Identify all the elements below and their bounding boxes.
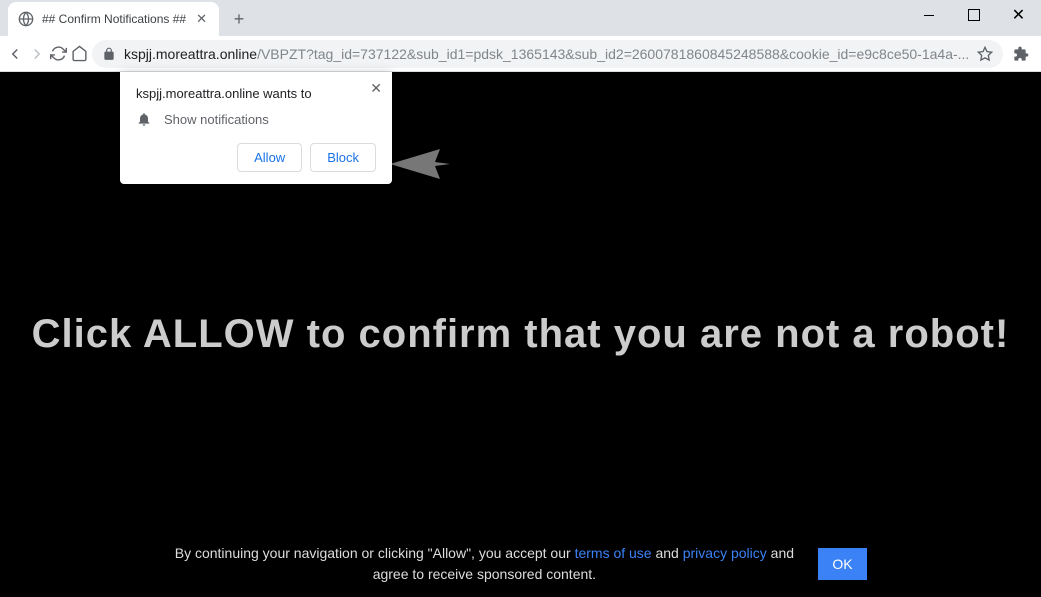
window-minimize-button[interactable] [906, 0, 951, 30]
window-controls: ✕ [906, 0, 1041, 30]
back-button[interactable] [6, 40, 24, 68]
tab-title: ## Confirm Notifications ## [42, 12, 186, 26]
new-tab-button[interactable]: + [225, 5, 253, 33]
cookie-consent-bar: By continuing your navigation or clickin… [0, 543, 1041, 585]
browser-titlebar: ## Confirm Notifications ## ✕ + ✕ [0, 0, 1041, 36]
window-close-button[interactable]: ✕ [996, 0, 1041, 30]
lock-icon [102, 47, 116, 61]
cookie-and1: and [652, 545, 683, 561]
browser-tab[interactable]: ## Confirm Notifications ## ✕ [8, 2, 219, 36]
privacy-link[interactable]: privacy policy [683, 545, 767, 561]
extensions-icon[interactable] [1007, 40, 1035, 68]
block-button[interactable]: Block [310, 143, 376, 172]
browser-toolbar: kspjj.moreattra.online/VBPZT?tag_id=7371… [0, 36, 1041, 72]
page-content: ✕ kspjj.moreattra.online wants to Show n… [0, 72, 1041, 597]
allow-button[interactable]: Allow [237, 143, 302, 172]
forward-button[interactable] [28, 40, 46, 68]
bell-icon [136, 111, 152, 127]
page-headline: Click ALLOW to confirm that you are not … [12, 312, 1030, 357]
url-path: /VBPZT?tag_id=737122&sub_id1=pdsk_136514… [257, 46, 969, 62]
globe-icon [18, 11, 34, 27]
address-bar[interactable]: kspjj.moreattra.online/VBPZT?tag_id=7371… [92, 40, 1003, 68]
url-host: kspjj.moreattra.online [124, 46, 257, 62]
bookmark-star-icon[interactable] [977, 46, 993, 62]
url-text: kspjj.moreattra.online/VBPZT?tag_id=7371… [124, 46, 969, 62]
home-button[interactable] [71, 40, 88, 68]
extension-area [1007, 40, 1041, 68]
cookie-text: By continuing your navigation or clickin… [174, 543, 794, 585]
prompt-close-icon[interactable]: ✕ [370, 80, 382, 97]
prompt-permission-row: Show notifications [136, 111, 376, 127]
cookie-text-before: By continuing your navigation or clickin… [175, 545, 575, 561]
prompt-origin-text: kspjj.moreattra.online wants to [136, 86, 376, 101]
cookie-ok-button[interactable]: OK [818, 548, 866, 580]
notification-permission-prompt: ✕ kspjj.moreattra.online wants to Show n… [120, 72, 392, 184]
terms-link[interactable]: terms of use [575, 545, 652, 561]
window-maximize-button[interactable] [951, 0, 996, 30]
tab-close-icon[interactable]: ✕ [194, 9, 209, 29]
reload-button[interactable] [50, 40, 67, 68]
prompt-permission-label: Show notifications [164, 112, 269, 127]
labs-icon[interactable] [1037, 40, 1041, 68]
